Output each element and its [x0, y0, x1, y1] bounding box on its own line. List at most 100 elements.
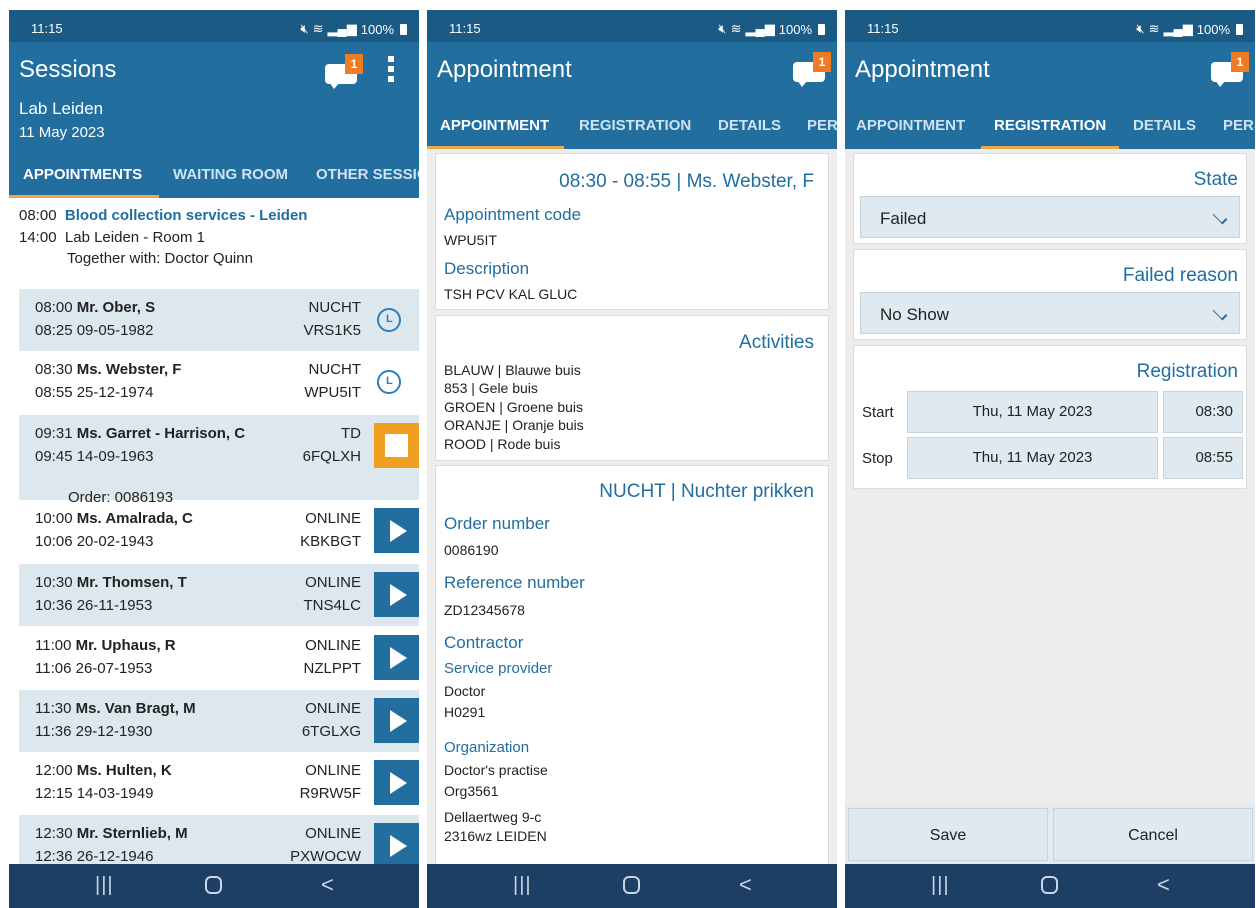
appointment-type: ONLINE	[305, 825, 361, 842]
registration-label: Registration	[1136, 361, 1238, 382]
tab-appointment[interactable]: APPOINTMENT	[856, 117, 965, 134]
state-card: State Failed	[853, 153, 1247, 244]
appointment-row[interactable]: 08:00 Mr. Ober, S 08:25 09-05-1982 NUCHT…	[19, 289, 419, 351]
order-number-value: 0086190	[444, 542, 499, 558]
signal-icon: ▂▄▆	[327, 21, 357, 36]
appointment-row[interactable]: 10:00 Ms. Amalrada, C 10:06 20-02-1943 O…	[19, 500, 419, 562]
wifi-icon: ≋	[1148, 21, 1160, 36]
mute-icon: 🔇︎	[718, 21, 727, 36]
session-end-time: 14:00	[19, 229, 57, 246]
appointment-code: 6FQLXH	[302, 448, 361, 465]
chevron-down-icon	[1212, 209, 1228, 225]
state-select[interactable]: Failed	[860, 196, 1240, 238]
date-label: 11 May 2023	[19, 124, 105, 141]
registration-card: Registration Start Thu, 11 May 2023 08:3…	[853, 345, 1247, 489]
back-icon[interactable]: <	[1157, 872, 1170, 898]
appointments-list: 08:00 Blood collection services - Leiden…	[9, 198, 419, 877]
page-title: Appointment	[437, 56, 572, 83]
save-button[interactable]: Save	[848, 808, 1048, 861]
home-icon[interactable]	[1041, 876, 1058, 894]
patient-dob: 20-02-1943	[76, 533, 154, 550]
clock-icon[interactable]	[377, 308, 401, 332]
tab-details[interactable]: DETAILS	[1133, 117, 1196, 134]
appointment-row[interactable]: 12:00 Ms. Hulten, K 12:15 14-03-1949 ONL…	[19, 752, 419, 814]
tab-registration[interactable]: REGISTRATION	[579, 117, 691, 134]
home-icon[interactable]	[623, 876, 640, 894]
reference-number-label: Reference number	[444, 573, 585, 592]
start-button[interactable]	[374, 698, 419, 743]
description-label: Description	[444, 259, 530, 278]
message-count-badge: 1	[1231, 52, 1249, 72]
system-nav-bar: ||| <	[9, 864, 419, 908]
state-value: Failed	[880, 209, 927, 228]
start-button[interactable]	[374, 635, 419, 680]
order-header: NUCHT | Nuchter prikken	[599, 481, 814, 502]
failed-reason-select[interactable]: No Show	[860, 292, 1240, 334]
recent-apps-icon[interactable]: |||	[931, 874, 950, 897]
order-number-label: Order number	[444, 514, 550, 533]
signal-icon: ▂▄▆	[745, 21, 775, 36]
patient-name: Ms. Webster, F	[76, 361, 182, 378]
stop-button[interactable]	[374, 423, 419, 468]
messages-icon[interactable]: 1	[323, 52, 363, 89]
page-title: Sessions	[19, 56, 117, 83]
status-bar: 11:15 🔇︎ ≋ ▂▄▆ 100%	[427, 10, 837, 42]
start-time-field[interactable]: 08:30	[1163, 391, 1243, 433]
cancel-button[interactable]: Cancel	[1053, 808, 1253, 861]
appointment-row[interactable]: 11:30 Ms. Van Bragt, M 11:36 29-12-1930 …	[19, 690, 419, 752]
battery-level: 100%	[360, 21, 394, 37]
activity-item: ROOD | Rode buis	[444, 436, 561, 452]
patient-dob: 26-11-1953	[76, 597, 153, 614]
appointment-code: 6TGLXG	[301, 723, 361, 740]
tab-registration[interactable]: REGISTRATION	[994, 117, 1106, 134]
status-time: 11:15	[31, 21, 63, 36]
page-title: Appointment	[855, 56, 990, 83]
start-button[interactable]	[374, 760, 419, 805]
mute-icon: 🔇︎	[300, 21, 309, 36]
stop-label: Stop	[862, 450, 893, 467]
contractor-label: Contractor	[444, 633, 524, 652]
session-together: Together with: Doctor Quinn	[67, 250, 253, 267]
reference-number-value: ZD12345678	[444, 602, 525, 618]
session-start-time: 08:00	[19, 207, 57, 224]
appointment-type: ONLINE	[305, 574, 361, 591]
start-date-field[interactable]: Thu, 11 May 2023	[907, 391, 1158, 433]
appointment-row[interactable]: 10:30 Mr. Thomsen, T 10:36 26-11-1953 ON…	[19, 564, 419, 626]
signal-icon: ▂▄▆	[1163, 21, 1193, 36]
recent-apps-icon[interactable]: |||	[95, 874, 114, 897]
appointment-row[interactable]: 09:31 Ms. Garret - Harrison, C 09:45 14-…	[19, 415, 419, 506]
system-nav-bar: ||| <	[427, 864, 837, 908]
tab-appointments[interactable]: APPOINTMENTS	[23, 166, 142, 183]
back-icon[interactable]: <	[739, 872, 752, 898]
tab-person[interactable]: PERSON	[807, 117, 837, 134]
appointment-code: VRS1K5	[303, 322, 361, 339]
home-icon[interactable]	[205, 876, 222, 894]
order-card: NUCHT | Nuchter prikken Order number 008…	[435, 465, 829, 875]
start-button[interactable]	[374, 823, 419, 868]
recent-apps-icon[interactable]: |||	[513, 874, 532, 897]
appointment-type: ONLINE	[305, 762, 361, 779]
start-button[interactable]	[374, 508, 419, 553]
clock-icon[interactable]	[377, 370, 401, 394]
tab-waiting-room[interactable]: WAITING ROOM	[173, 166, 288, 183]
appointment-row[interactable]: 08:30 Ms. Webster, F 08:55 25-12-1974 NU…	[19, 351, 419, 413]
appointment-row[interactable]: 11:00 Mr. Uphaus, R 11:06 26-07-1953 ONL…	[19, 627, 419, 689]
organization-label: Organization	[444, 739, 530, 756]
patient-name: Mr. Uphaus, R	[75, 637, 176, 654]
appointment-code: WPU5IT	[304, 384, 361, 401]
tab-details[interactable]: DETAILS	[718, 117, 781, 134]
stop-date-field[interactable]: Thu, 11 May 2023	[907, 437, 1158, 479]
session-title[interactable]: Blood collection services - Leiden	[65, 207, 308, 224]
organization-code: Org3561	[444, 783, 499, 799]
more-options-icon[interactable]	[385, 56, 397, 84]
organization-city: 2316wz LEIDEN	[444, 828, 547, 844]
messages-icon[interactable]: 1	[1209, 50, 1249, 87]
back-icon[interactable]: <	[321, 872, 334, 898]
start-button[interactable]	[374, 572, 419, 617]
stop-time-field[interactable]: 08:55	[1163, 437, 1243, 479]
state-label: State	[1193, 169, 1238, 190]
tab-other-sessions[interactable]: OTHER SESSIONS	[316, 166, 419, 183]
messages-icon[interactable]: 1	[791, 50, 831, 87]
tab-person[interactable]: PERSON	[1223, 117, 1255, 134]
tab-appointment[interactable]: APPOINTMENT	[440, 117, 549, 134]
